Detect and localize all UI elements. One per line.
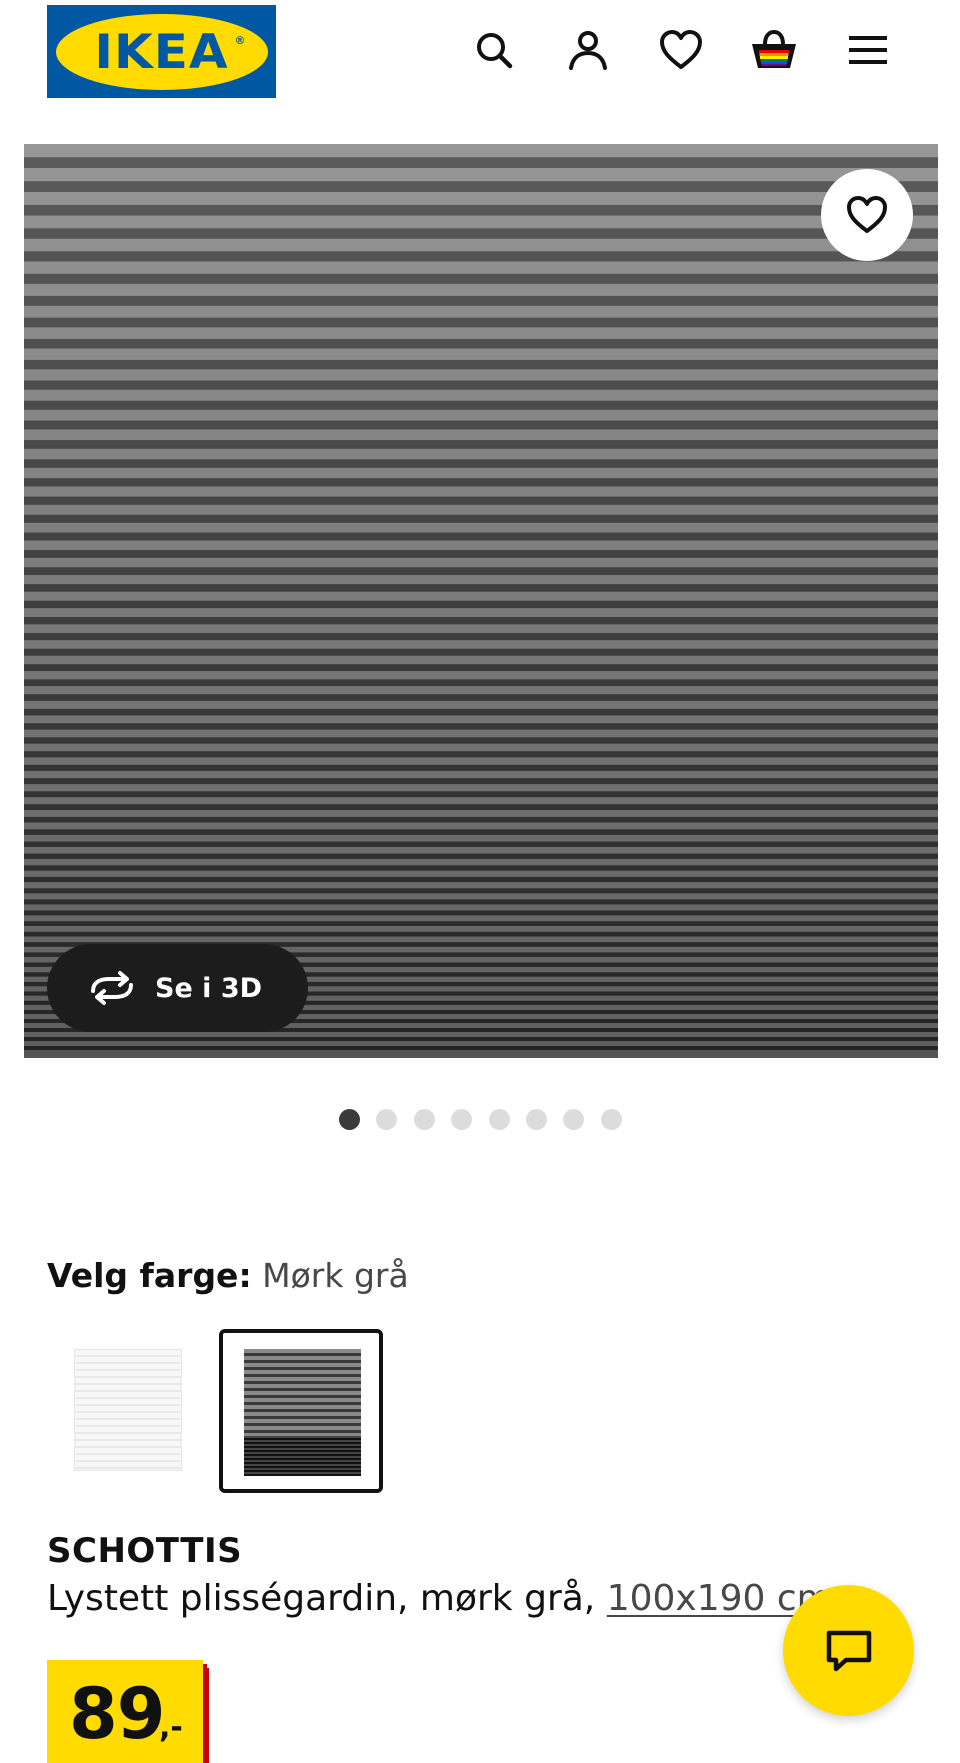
- registered-mark: ®: [234, 33, 246, 47]
- swatch-dark-grey-thumbnail: [244, 1349, 361, 1476]
- heart-icon: [847, 196, 887, 233]
- view-in-3d-button[interactable]: Se i 3D: [47, 944, 308, 1032]
- logo-text: IKEA: [94, 23, 229, 80]
- carousel-dot-8[interactable]: [601, 1109, 622, 1130]
- wishlist-icon[interactable]: [653, 22, 709, 78]
- selected-color-value: Mørk grå: [262, 1256, 409, 1295]
- view-in-3d-label: Se i 3D: [155, 972, 263, 1004]
- product-description: Lystett plisségardin, mørk grå, 100x190 …: [47, 1578, 832, 1619]
- ikea-logo[interactable]: IKEA ®: [47, 5, 276, 98]
- carousel-dot-5[interactable]: [489, 1109, 510, 1130]
- color-swatch-dark-grey[interactable]: [219, 1329, 383, 1493]
- color-selection-label: Velg farge: Mørk grå: [47, 1254, 409, 1298]
- color-label: Velg farge:: [47, 1256, 252, 1295]
- rotate-3d-icon: [91, 971, 133, 1005]
- product-name: SCHOTTIS: [47, 1531, 243, 1571]
- price-tag: 89 ,-: [47, 1660, 203, 1763]
- site-header: IKEA ®: [0, 0, 960, 120]
- chat-icon: [826, 1630, 871, 1671]
- cart-icon[interactable]: [746, 22, 802, 78]
- price-integer: 89: [69, 1673, 165, 1755]
- add-to-favourites-button[interactable]: [821, 169, 913, 261]
- carousel-dot-7[interactable]: [563, 1109, 584, 1130]
- carousel-dot-2[interactable]: [376, 1109, 397, 1130]
- carousel-dot-3[interactable]: [414, 1109, 435, 1130]
- price-suffix: ,-: [159, 1710, 183, 1745]
- color-swatch-white[interactable]: [74, 1349, 182, 1471]
- carousel-dot-4[interactable]: [451, 1109, 472, 1130]
- menu-icon[interactable]: [840, 22, 896, 78]
- carousel-pagination: [0, 1109, 960, 1131]
- account-icon[interactable]: [560, 22, 616, 78]
- chat-button[interactable]: [783, 1585, 914, 1716]
- carousel-dot-1[interactable]: [339, 1109, 360, 1130]
- product-description-text: Lystett plisségardin, mørk grå,: [47, 1578, 596, 1619]
- pleated-blind-image: [24, 144, 938, 1058]
- price-accent-bar: [203, 1668, 209, 1763]
- search-icon[interactable]: [466, 22, 522, 78]
- logo-oval: IKEA ®: [55, 13, 268, 90]
- carousel-dot-6[interactable]: [526, 1109, 547, 1130]
- product-image[interactable]: [24, 144, 938, 1058]
